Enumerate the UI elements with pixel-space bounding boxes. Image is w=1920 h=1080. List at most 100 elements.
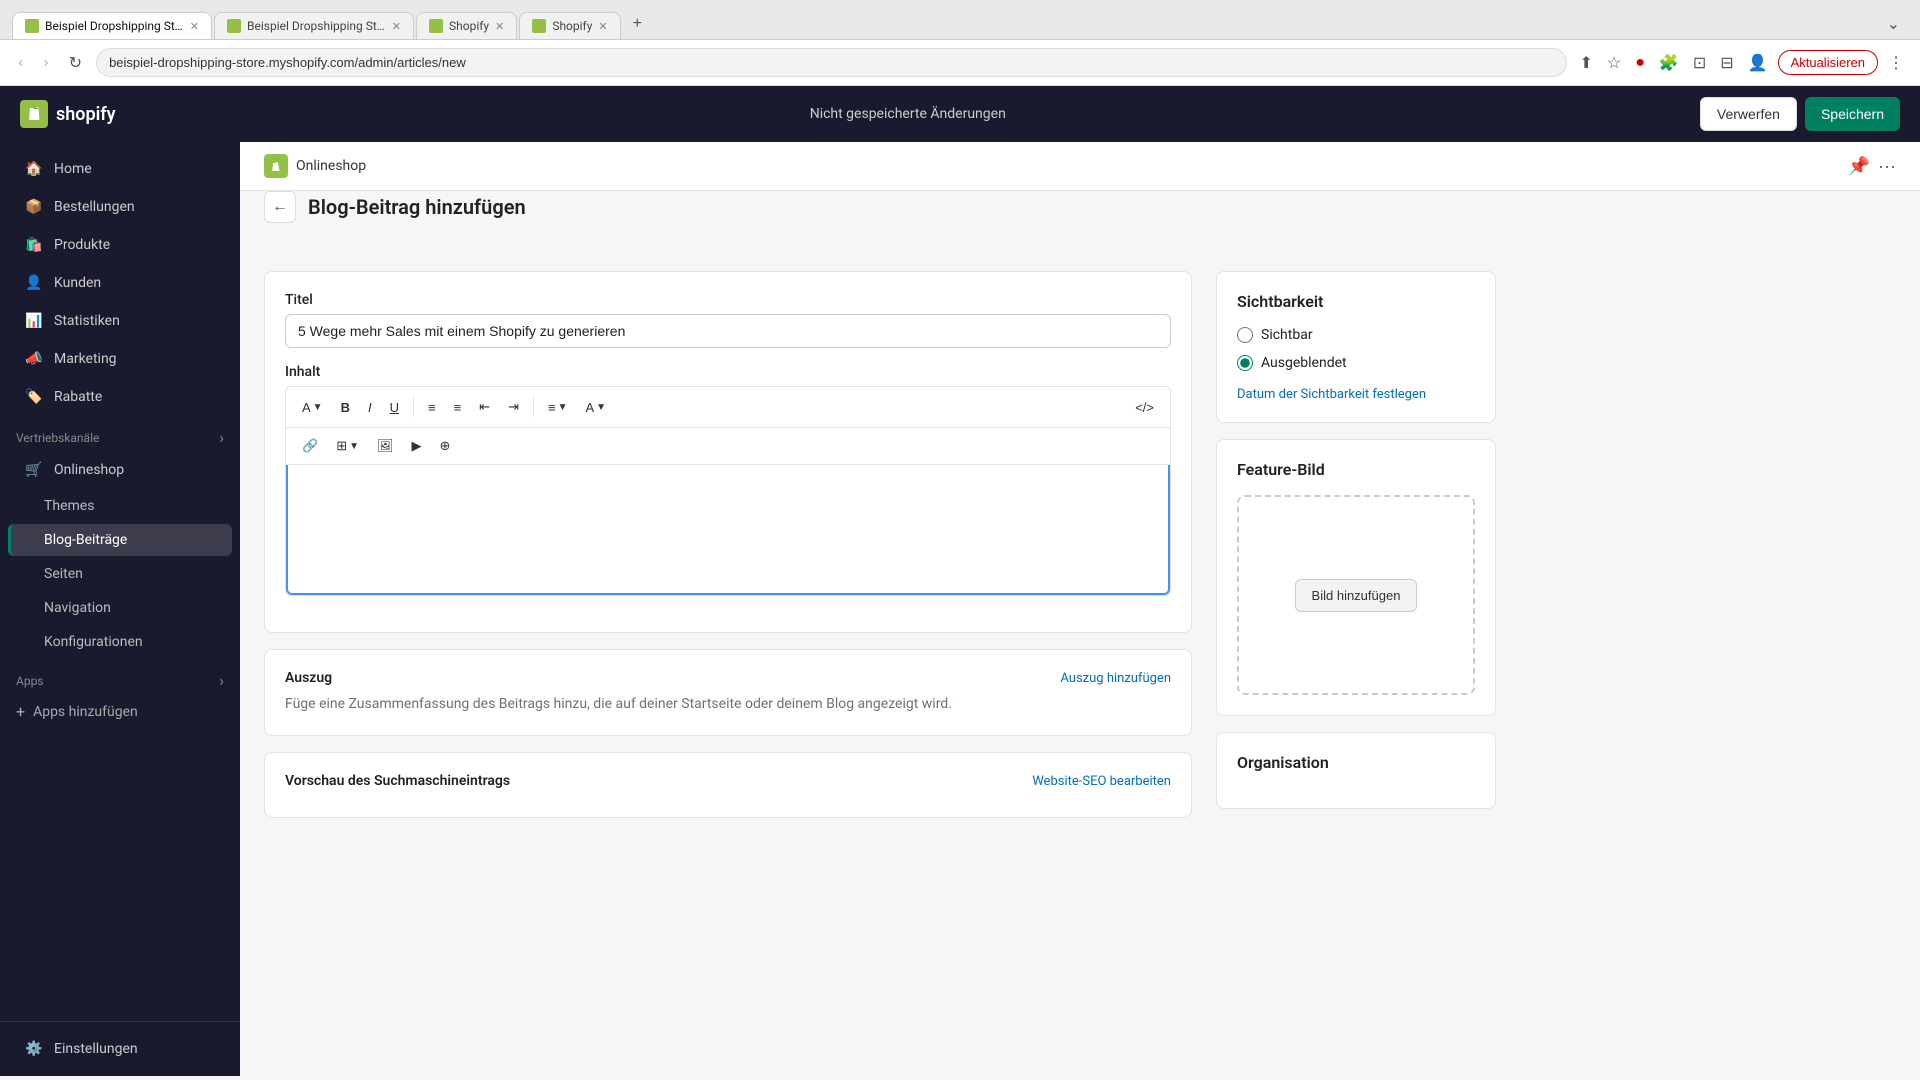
sidebar-item-label-settings: Einstellungen xyxy=(54,1041,138,1057)
indent-decrease-button[interactable]: ⇤ xyxy=(471,395,498,419)
sidebar-sub-item-pages[interactable]: Seiten xyxy=(8,558,232,590)
sidebar-item-onlineshop[interactable]: 🛒 Onlineshop xyxy=(8,452,232,488)
update-button[interactable]: Aktualisieren xyxy=(1778,50,1878,75)
right-panel: Sichtbarkeit Sichtbar Ausgeblendet D xyxy=(1216,271,1496,818)
apps-chevron-icon[interactable]: › xyxy=(219,671,224,690)
tab-close-3[interactable]: ✕ xyxy=(495,20,504,33)
profile-icon[interactable]: 👤 xyxy=(1744,49,1772,77)
text-format-button[interactable]: A ▼ xyxy=(294,396,331,419)
sidebar-add-apps[interactable]: + Apps hinzufügen xyxy=(0,694,240,729)
tab-favicon-3 xyxy=(429,19,443,33)
video-icon: ▶ xyxy=(412,438,422,454)
italic-button[interactable]: I xyxy=(360,396,380,419)
table-button[interactable]: ⊞ ▼ xyxy=(328,434,367,458)
menu-icon[interactable]: ⋮ xyxy=(1884,49,1908,77)
vertrieb-chevron-icon[interactable]: › xyxy=(219,428,224,447)
tab-close-2[interactable]: ✕ xyxy=(392,20,401,33)
sidebar-item-customers[interactable]: 👤 Kunden xyxy=(8,265,232,301)
browser-tab-1[interactable]: Beispiel Dropshipping Store -... ✕ xyxy=(12,12,212,39)
hidden-label: Ausgeblendet xyxy=(1261,355,1347,371)
forward-button[interactable]: › xyxy=(37,52,54,74)
opera-icon[interactable]: ● xyxy=(1631,50,1649,76)
browser-tab-4[interactable]: Shopify ✕ xyxy=(519,12,620,39)
sidebar-item-products[interactable]: 🛍️ Produkte xyxy=(8,227,232,263)
sidebar-item-label-customers: Kunden xyxy=(54,275,101,291)
seo-edit-link[interactable]: Website-SEO bearbeiten xyxy=(1032,774,1171,789)
code-view-button[interactable]: </> xyxy=(1127,396,1162,419)
sidebar-item-orders[interactable]: 📦 Bestellungen xyxy=(8,189,232,225)
sidebar-item-discounts[interactable]: 🏷️ Rabatte xyxy=(8,379,232,415)
sidebar-sub-item-blog-posts[interactable]: Blog-Beiträge xyxy=(8,524,232,556)
visibility-option-hidden[interactable]: Ausgeblendet xyxy=(1237,355,1475,371)
underline-button[interactable]: U xyxy=(382,396,407,419)
tab-close-4[interactable]: ✕ xyxy=(598,20,607,33)
align-button[interactable]: ≡ ▼ xyxy=(540,396,576,419)
link-button[interactable]: 🔗 xyxy=(294,434,326,458)
link-icon: 🔗 xyxy=(302,438,318,454)
title-input[interactable] xyxy=(285,314,1171,348)
organisation-card-title: Organisation xyxy=(1237,753,1475,772)
text-color-button[interactable]: A ▼ xyxy=(577,396,614,419)
seo-header: Vorschau des Suchmaschineintrags Website… xyxy=(285,773,1171,789)
bullet-list-button[interactable]: ≡ xyxy=(420,396,444,419)
sidebar-sub-item-navigation[interactable]: Navigation xyxy=(8,592,232,624)
browser-chrome: Beispiel Dropshipping Store -... ✕ Beisp… xyxy=(0,0,1920,86)
add-image-button[interactable]: Bild hinzufügen xyxy=(1295,579,1418,612)
reload-button[interactable]: ↻ xyxy=(63,51,88,75)
screenshot-icon[interactable]: ⊡ xyxy=(1689,49,1710,77)
discard-button[interactable]: Verwerfen xyxy=(1700,97,1797,131)
main-content: Onlineshop 📌 ··· ← Blog-Beitrag hinzufüg… xyxy=(240,142,1920,1076)
feature-image-card: Feature-Bild Bild hinzufügen xyxy=(1216,439,1496,716)
share-icon[interactable]: ⬆ xyxy=(1575,49,1596,77)
tab-label-2: Beispiel Dropshipping Store xyxy=(247,19,386,33)
back-button[interactable]: ← xyxy=(264,191,296,223)
bold-button[interactable]: B xyxy=(333,396,358,419)
bookmark-icon[interactable]: ☆ xyxy=(1603,49,1625,77)
header-actions: Verwerfen Speichern xyxy=(1700,97,1900,131)
tab-close-1[interactable]: ✕ xyxy=(190,20,199,33)
address-bar[interactable] xyxy=(96,48,1567,77)
new-tab-button[interactable]: + xyxy=(623,9,652,39)
save-button[interactable]: Speichern xyxy=(1805,97,1900,131)
browser-tab-2[interactable]: Beispiel Dropshipping Store ✕ xyxy=(214,12,414,39)
sidebar-sub-item-themes[interactable]: Themes xyxy=(8,490,232,522)
unsaved-changes-message: Nicht gespeicherte Änderungen xyxy=(116,106,1700,122)
feature-image-placeholder[interactable]: Bild hinzufügen xyxy=(1237,495,1475,695)
sub-header-actions: 📌 ··· xyxy=(1848,156,1896,177)
more-options-button[interactable]: ··· xyxy=(1878,156,1896,177)
sidebar-sub-item-configuration[interactable]: Konfigurationen xyxy=(8,626,232,658)
hidden-radio[interactable] xyxy=(1237,355,1253,371)
back-button[interactable]: ‹ xyxy=(12,52,29,74)
extensions-icon[interactable]: 🧩 xyxy=(1655,49,1683,77)
text-icon: A xyxy=(302,400,311,415)
sidebar-item-settings[interactable]: ⚙️ Einstellungen xyxy=(8,1031,232,1067)
ordered-list-button[interactable]: ≡ xyxy=(446,396,470,419)
add-excerpt-link[interactable]: Auszug hinzufügen xyxy=(1060,671,1171,686)
vertriebskanaele-section: Vertriebskanäle › xyxy=(0,416,240,451)
align-icon: ≡ xyxy=(548,400,556,415)
schedule-visibility-link[interactable]: Datum der Sichtbarkeit festlegen xyxy=(1237,387,1475,402)
pin-button[interactable]: 📌 xyxy=(1848,156,1870,177)
sidebar-sub-label-configuration: Konfigurationen xyxy=(44,634,143,650)
editor-content-area[interactable] xyxy=(286,465,1170,595)
excerpt-header: Auszug Auszug hinzufügen xyxy=(285,670,1171,686)
indent-increase-button[interactable]: ⇥ xyxy=(500,395,527,419)
align-dropdown-icon: ▼ xyxy=(558,402,568,413)
italic-icon: I xyxy=(368,400,372,415)
more-insert-button[interactable]: ⊕ xyxy=(432,434,459,458)
onlineshop-icon-svg xyxy=(268,158,284,174)
sidebar-item-analytics[interactable]: 📊 Statistiken xyxy=(8,303,232,339)
sidebar-item-home[interactable]: 🏠 Home xyxy=(8,151,232,187)
sidebar-item-marketing[interactable]: 📣 Marketing xyxy=(8,341,232,377)
browser-tab-3[interactable]: Shopify ✕ xyxy=(416,12,517,39)
visible-radio[interactable] xyxy=(1237,327,1253,343)
text-color-icon: A xyxy=(585,400,594,415)
image-button[interactable]: 🖼 xyxy=(369,434,402,458)
tab-grid-icon[interactable]: ⊟ xyxy=(1716,49,1737,77)
tab-list-button[interactable]: ⌄ xyxy=(1879,8,1908,39)
indent-decrease-icon: ⇤ xyxy=(479,399,490,415)
visibility-card: Sichtbarkeit Sichtbar Ausgeblendet D xyxy=(1216,271,1496,423)
analytics-icon: 📊 xyxy=(24,313,44,329)
visibility-option-visible[interactable]: Sichtbar xyxy=(1237,327,1475,343)
video-button[interactable]: ▶ xyxy=(404,434,430,458)
